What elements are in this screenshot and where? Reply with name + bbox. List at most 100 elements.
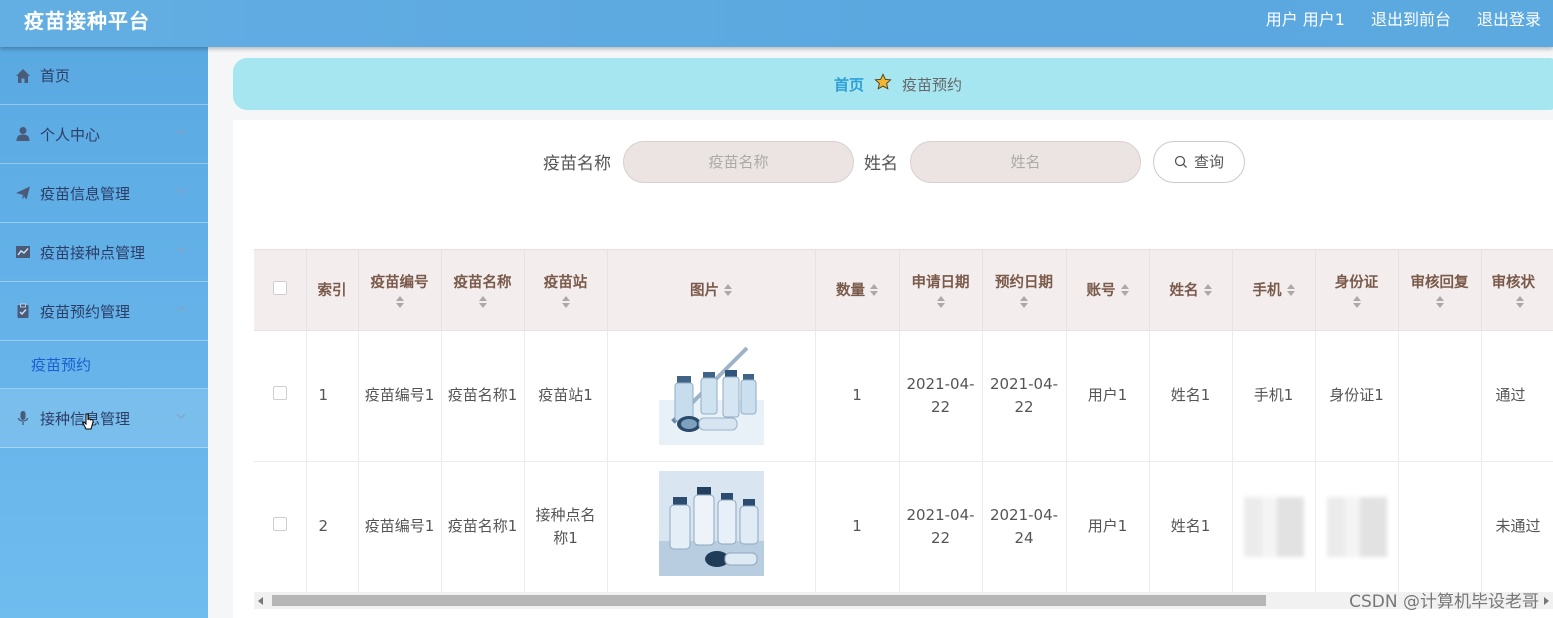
home-icon (14, 67, 32, 85)
column-header-label: 疫苗名称 (453, 275, 512, 292)
row-checkbox[interactable] (272, 517, 287, 531)
back-to-front-link[interactable]: 退出到前台 (1371, 6, 1451, 30)
column-header[interactable]: 预约日期 (982, 250, 1067, 331)
cell-qty: 1 (815, 330, 900, 462)
sort-icon[interactable] (561, 296, 570, 309)
query-button-label: 查询 (1193, 153, 1224, 171)
breadcrumb-current: 疫苗预约 (902, 75, 963, 94)
cell-qty: 1 (815, 461, 900, 592)
scroll-left-arrow-icon[interactable] (258, 597, 263, 605)
sidebar-item-label: 疫苗预约管理 (40, 302, 131, 321)
star-icon (874, 73, 892, 95)
column-header-label: 申请日期 (911, 275, 970, 292)
vaccine-vials-image (658, 339, 764, 445)
watermark: CSDN @计算机毕设老哥 (1349, 592, 1539, 612)
sort-icon[interactable] (1515, 296, 1524, 309)
column-header[interactable]: 审核状 (1481, 250, 1553, 331)
cell-vaccine-name: 疫苗名称1 (441, 330, 525, 462)
column-header[interactable]: 审核回复 (1398, 250, 1482, 331)
person-name-input[interactable] (910, 140, 1141, 183)
sidebar-item-vaccination-sites[interactable]: 疫苗接种点管理 (0, 223, 208, 282)
paper-plane-icon (14, 184, 32, 202)
appointment-table: 索引 疫苗编号 疫苗名称 疫苗站 图片 数量 申请日期 预约日期 账号 姓名 手… (254, 249, 1553, 592)
sidebar-item-vaccine-appointments[interactable]: 疫苗预约管理 (0, 282, 208, 341)
column-header: 索引 (306, 250, 359, 331)
column-header[interactable]: 申请日期 (899, 250, 983, 331)
top-header: 疫苗接种平台 用户 用户1 退出到前台 退出登录 (0, 0, 1553, 47)
column-header-label: 审核状 (1491, 275, 1536, 292)
sidebar-item-label: 疫苗信息管理 (40, 184, 131, 203)
chevron-down-icon (176, 188, 186, 194)
column-header[interactable]: 姓名 (1149, 250, 1233, 331)
search-icon (1174, 155, 1187, 168)
column-header-label: 疫苗站 (543, 275, 588, 292)
sort-icon[interactable] (1203, 283, 1212, 296)
sort-icon[interactable] (870, 283, 878, 296)
column-header[interactable]: 数量 (815, 250, 900, 331)
column-header[interactable]: 身份证 (1315, 250, 1399, 331)
cell-id-card (1315, 461, 1399, 592)
column-header[interactable]: 疫苗编号 (358, 250, 442, 331)
breadcrumb-home[interactable]: 首页 (834, 74, 864, 95)
sidebar-item-personal-center[interactable]: 个人中心 (0, 105, 208, 164)
cell-name: 姓名1 (1149, 461, 1233, 592)
scrollbar-thumb[interactable] (272, 595, 1266, 606)
column-header-label: 手机 (1252, 283, 1282, 300)
current-user-label[interactable]: 用户 用户1 (1266, 6, 1345, 30)
sort-icon[interactable] (724, 283, 732, 296)
column-header[interactable]: 疫苗名称 (441, 250, 525, 331)
table-header-row: 索引 疫苗编号 疫苗名称 疫苗站 图片 数量 申请日期 预约日期 账号 姓名 手… (254, 250, 1553, 331)
cell-name: 姓名1 (1149, 330, 1233, 462)
cell-index: 2 (306, 461, 359, 592)
column-header-label: 疫苗编号 (370, 275, 429, 292)
cell-book-date: 2021-04-22 (982, 330, 1067, 462)
sort-icon[interactable] (395, 296, 404, 309)
cell-apply-date: 2021-04-22 (899, 330, 983, 462)
cell-account: 用户1 (1066, 461, 1150, 592)
cell-index: 1 (306, 330, 359, 462)
cell-image (607, 330, 816, 462)
sidebar-item-vaccine-info[interactable]: 疫苗信息管理 (0, 164, 208, 223)
select-all-checkbox[interactable] (272, 280, 287, 295)
sort-icon[interactable] (1435, 296, 1444, 309)
table-row: 1 疫苗编号1 疫苗名称1 疫苗站1 1 2021-04-22 2021-04-… (254, 330, 1553, 462)
sort-icon[interactable] (1352, 296, 1361, 309)
sidebar: 首页 个人中心 疫苗信息管理 疫苗接种点管理 疫苗预约管理 疫苗预约 接种信息管… (0, 47, 208, 618)
query-button[interactable]: 查询 (1153, 140, 1245, 183)
logout-link[interactable]: 退出登录 (1477, 6, 1541, 30)
column-header[interactable]: 疫苗站 (524, 250, 608, 331)
column-header[interactable]: 图片 (607, 250, 816, 331)
column-header[interactable]: 手机 (1232, 250, 1316, 331)
scroll-right-arrow-icon[interactable] (1544, 597, 1549, 605)
sort-icon[interactable] (1020, 296, 1028, 309)
row-checkbox[interactable] (272, 386, 287, 400)
chevron-down-icon (176, 413, 186, 419)
chevron-down-icon (176, 129, 186, 135)
vaccine-name-input[interactable] (623, 140, 854, 183)
header-links: 用户 用户1 退出到前台 退出登录 (1266, 6, 1541, 30)
sidebar-item-vaccination-records[interactable]: 接种信息管理 (0, 389, 208, 448)
table-row: 2 疫苗编号1 疫苗名称1 接种点名称1 1 2021-04-22 2021-0… (254, 461, 1553, 592)
microphone-icon (14, 409, 32, 427)
sidebar-subitem-vaccine-appointment[interactable]: 疫苗预约 (0, 341, 208, 389)
redacted-id-card (1326, 496, 1387, 557)
cell-station: 疫苗站1 (524, 330, 608, 462)
person-name-label: 姓名 (864, 154, 898, 174)
cell-phone (1232, 461, 1316, 592)
cell-book-date: 2021-04-24 (982, 461, 1067, 592)
sort-icon[interactable] (1286, 283, 1295, 296)
vaccine-name-label: 疫苗名称 (543, 154, 611, 174)
breadcrumb: 首页 疫苗预约 (233, 58, 1553, 110)
search-bar: 疫苗名称 姓名 查询 (543, 140, 1245, 183)
column-header-label: 预约日期 (995, 275, 1053, 292)
user-icon (14, 125, 32, 143)
sort-icon[interactable] (936, 296, 945, 309)
sort-icon[interactable] (1120, 283, 1129, 296)
cell-id-card: 身份证1 (1315, 330, 1399, 462)
sort-icon[interactable] (478, 296, 487, 309)
column-header[interactable]: 账号 (1066, 250, 1150, 331)
cell-reply (1398, 461, 1482, 592)
app-title: 疫苗接种平台 (24, 9, 150, 33)
sidebar-item-home[interactable]: 首页 (0, 47, 208, 105)
cell-image (607, 461, 816, 592)
